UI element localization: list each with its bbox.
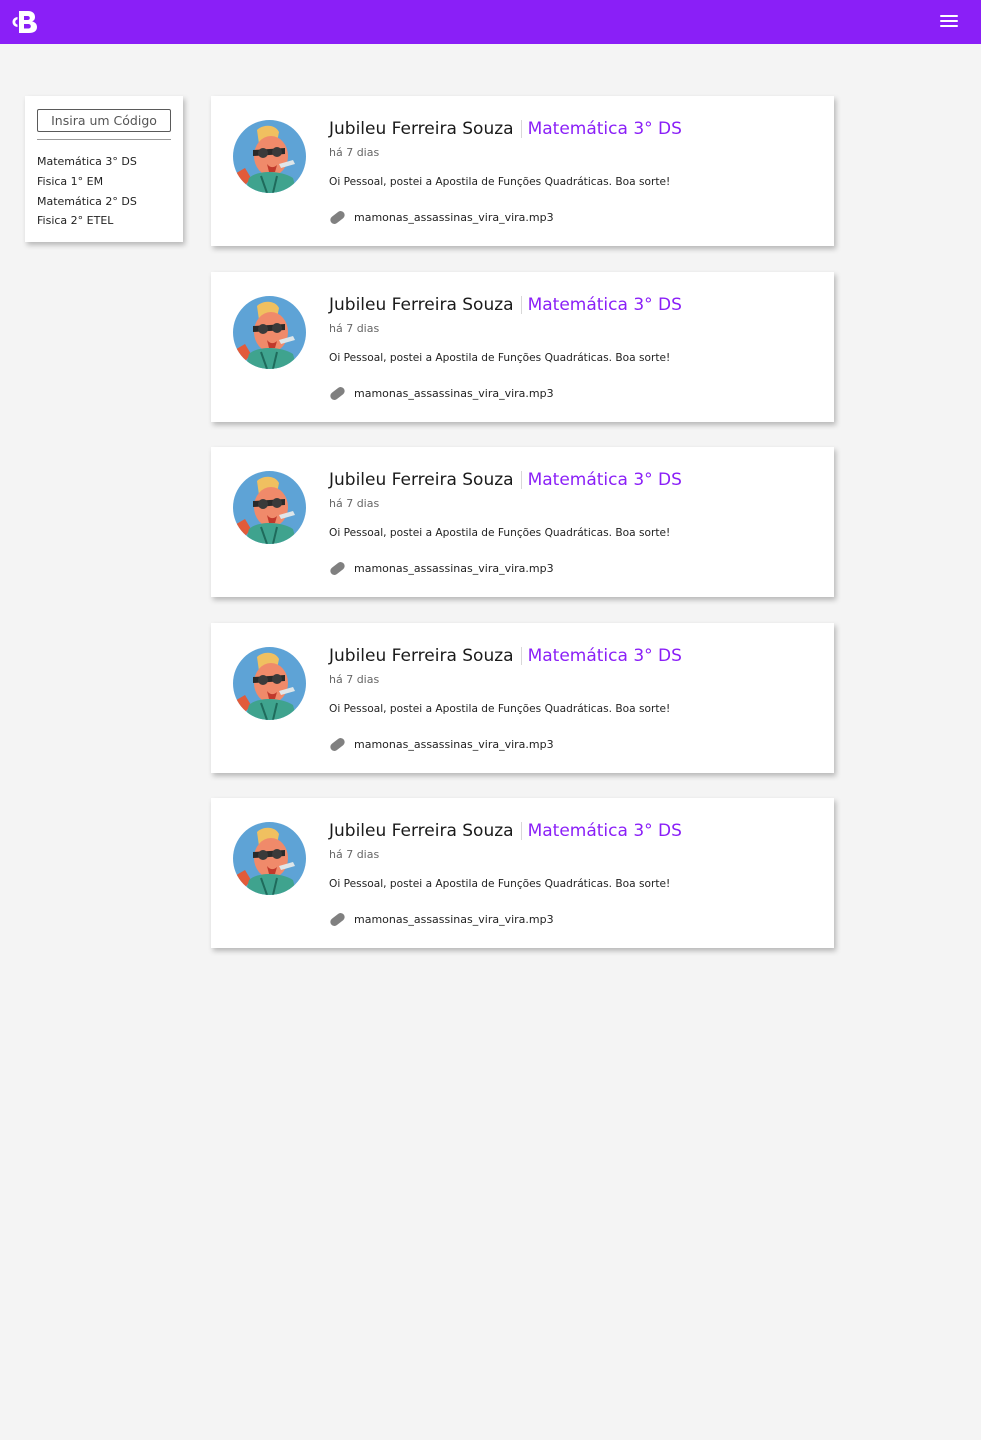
post-card: Jubileu Ferreira Souza Matemática 3° DS …	[211, 96, 834, 246]
hamburger-menu-icon[interactable]	[940, 15, 958, 29]
class-sidebar: Matemática 3° DS Fisica 1° EM Matemática…	[25, 96, 183, 242]
attachment-link[interactable]: mamonas_assassinas_vira_vira.mp3	[328, 736, 554, 753]
attachment-link[interactable]: mamonas_assassinas_vira_vira.mp3	[328, 560, 554, 577]
post-message: Oi Pessoal, postei a Apostila de Funções…	[329, 703, 671, 715]
class-link[interactable]: Matemática 3° DS	[528, 821, 682, 841]
class-list: Matemática 3° DS Fisica 1° EM Matemática…	[37, 152, 137, 231]
post-card: Jubileu Ferreira Souza Matemática 3° DS …	[211, 798, 834, 948]
header-separator	[520, 822, 522, 840]
post-timestamp: há 7 dias	[329, 322, 380, 335]
header-separator	[520, 296, 522, 314]
post-header: Jubileu Ferreira Souza Matemática 3° DS	[329, 119, 682, 139]
sidebar-item-matematica-2-ds[interactable]: Matemática 2° DS	[37, 192, 137, 212]
author-name[interactable]: Jubileu Ferreira Souza	[329, 470, 514, 490]
author-avatar[interactable]	[233, 822, 306, 895]
post-timestamp: há 7 dias	[329, 673, 380, 686]
attachment-filename: mamonas_assassinas_vira_vira.mp3	[354, 562, 554, 575]
author-avatar[interactable]	[233, 647, 306, 720]
sidebar-divider	[37, 139, 171, 140]
attachment-filename: mamonas_assassinas_vira_vira.mp3	[354, 913, 554, 926]
attachment-clip-icon	[330, 562, 345, 575]
menu-line	[940, 24, 958, 28]
sidebar-item-matematica-3-ds[interactable]: Matemática 3° DS	[37, 152, 137, 172]
post-header: Jubileu Ferreira Souza Matemática 3° DS	[329, 295, 682, 315]
post-card: Jubileu Ferreira Souza Matemática 3° DS …	[211, 623, 834, 773]
top-bar	[0, 0, 981, 44]
attachment-link[interactable]: mamonas_assassinas_vira_vira.mp3	[328, 911, 554, 928]
post-message: Oi Pessoal, postei a Apostila de Funções…	[329, 352, 671, 364]
author-name[interactable]: Jubileu Ferreira Souza	[329, 646, 514, 666]
post-timestamp: há 7 dias	[329, 146, 380, 159]
sidebar-item-fisica-1-em[interactable]: Fisica 1° EM	[37, 172, 137, 192]
avatar-illustration	[233, 296, 306, 369]
attachment-filename: mamonas_assassinas_vira_vira.mp3	[354, 211, 554, 224]
attachment-clip-icon	[330, 913, 345, 926]
post-message: Oi Pessoal, postei a Apostila de Funções…	[329, 878, 671, 890]
post-message: Oi Pessoal, postei a Apostila de Funções…	[329, 176, 671, 188]
author-name[interactable]: Jubileu Ferreira Souza	[329, 821, 514, 841]
header-separator	[520, 647, 522, 665]
attachment-filename: mamonas_assassinas_vira_vira.mp3	[354, 387, 554, 400]
post-timestamp: há 7 dias	[329, 497, 380, 510]
avatar-illustration	[233, 120, 306, 193]
brand-logo-icon[interactable]	[11, 8, 39, 35]
author-avatar[interactable]	[233, 471, 306, 544]
attachment-link[interactable]: mamonas_assassinas_vira_vira.mp3	[328, 209, 554, 226]
attachment-clip-icon	[330, 211, 345, 224]
menu-line	[940, 15, 958, 18]
post-message: Oi Pessoal, postei a Apostila de Funções…	[329, 527, 671, 539]
author-avatar[interactable]	[233, 120, 306, 193]
attachment-clip-icon	[330, 387, 345, 400]
menu-line	[940, 19, 958, 23]
attachment-link[interactable]: mamonas_assassinas_vira_vira.mp3	[328, 385, 554, 402]
class-link[interactable]: Matemática 3° DS	[528, 470, 682, 490]
avatar-illustration	[233, 647, 306, 720]
post-card: Jubileu Ferreira Souza Matemática 3° DS …	[211, 272, 834, 422]
avatar-illustration	[233, 471, 306, 544]
post-card: Jubileu Ferreira Souza Matemática 3° DS …	[211, 447, 834, 597]
header-separator	[520, 471, 522, 489]
post-header: Jubileu Ferreira Souza Matemática 3° DS	[329, 646, 682, 666]
post-timestamp: há 7 dias	[329, 848, 380, 861]
class-code-input[interactable]	[37, 109, 171, 132]
attachment-filename: mamonas_assassinas_vira_vira.mp3	[354, 738, 554, 751]
post-header: Jubileu Ferreira Souza Matemática 3° DS	[329, 821, 682, 841]
class-link[interactable]: Matemática 3° DS	[528, 295, 682, 315]
avatar-illustration	[233, 822, 306, 895]
author-name[interactable]: Jubileu Ferreira Souza	[329, 119, 514, 139]
class-link[interactable]: Matemática 3° DS	[528, 119, 682, 139]
author-name[interactable]: Jubileu Ferreira Souza	[329, 295, 514, 315]
post-header: Jubileu Ferreira Souza Matemática 3° DS	[329, 470, 682, 490]
author-avatar[interactable]	[233, 296, 306, 369]
header-separator	[520, 120, 522, 138]
attachment-clip-icon	[330, 738, 345, 751]
sidebar-item-fisica-2-etel[interactable]: Fisica 2° ETEL	[37, 211, 137, 231]
class-link[interactable]: Matemática 3° DS	[528, 646, 682, 666]
